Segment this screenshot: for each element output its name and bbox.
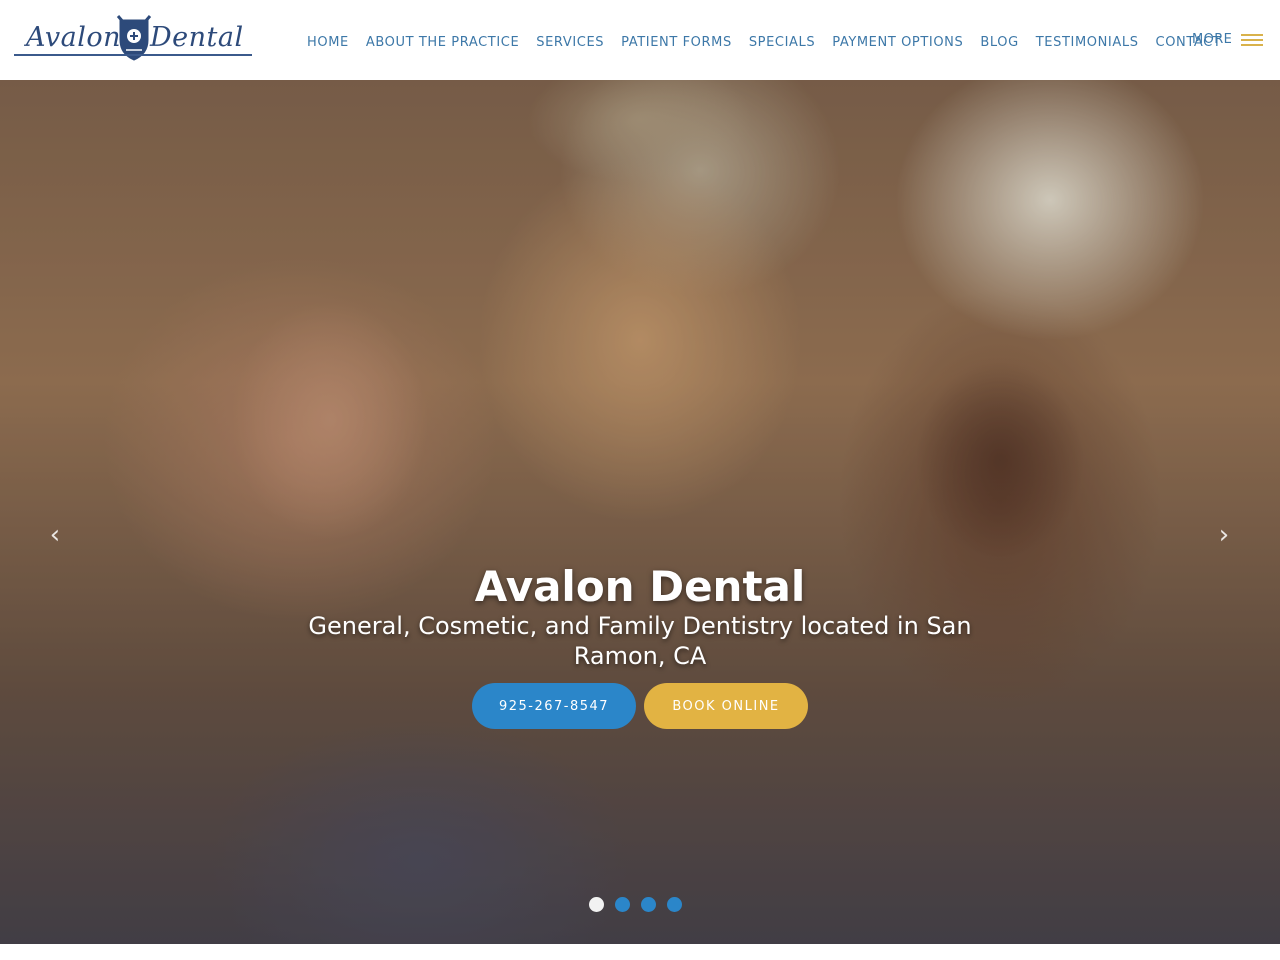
nav-item-patient-forms[interactable]: PATIENT FORMS xyxy=(621,35,732,50)
slider-dot-1[interactable] xyxy=(589,897,604,912)
slider-dot-4[interactable] xyxy=(667,897,682,912)
site-logo[interactable]: Avalon Dental xyxy=(12,14,252,66)
logo-underline xyxy=(14,54,252,56)
hero-subtitle: General, Cosmetic, and Family Dentistry … xyxy=(308,612,972,670)
crest-icon xyxy=(116,15,152,61)
hero-title: Avalon Dental xyxy=(474,562,806,611)
logo-text-dental: Dental xyxy=(150,22,244,53)
nav-item-blog[interactable]: BLOG xyxy=(980,35,1018,50)
site-header: Avalon Dental HOME ABOUT THE PRACTICE SE… xyxy=(0,0,1280,80)
hamburger-icon xyxy=(1241,33,1264,47)
nav-item-testimonials[interactable]: TESTIMONIALS xyxy=(1036,35,1139,50)
nav-item-specials[interactable]: SPECIALS xyxy=(749,35,815,50)
hero-slider: ‹ › Avalon Dental General, Cosmetic, and… xyxy=(0,80,1280,944)
slider-dots xyxy=(589,897,693,912)
phone-button[interactable]: 925-267-8547 xyxy=(472,683,636,729)
chevron-right-icon[interactable]: › xyxy=(1214,520,1234,550)
nav-item-payment-options[interactable]: PAYMENT OPTIONS xyxy=(832,35,963,50)
logo-text-avalon: Avalon xyxy=(26,22,122,53)
nav-item-services[interactable]: SERVICES xyxy=(536,35,604,50)
hero-overlay xyxy=(0,80,1280,944)
chevron-left-icon[interactable]: ‹ xyxy=(45,520,65,550)
more-menu-button[interactable]: MORE xyxy=(1192,32,1264,47)
slider-dot-2[interactable] xyxy=(615,897,630,912)
book-online-button[interactable]: BOOK ONLINE xyxy=(644,683,808,729)
more-label: MORE xyxy=(1192,32,1233,47)
nav-item-about[interactable]: ABOUT THE PRACTICE xyxy=(366,35,519,50)
nav-item-home[interactable]: HOME xyxy=(307,35,349,50)
slider-dot-3[interactable] xyxy=(641,897,656,912)
main-nav: HOME ABOUT THE PRACTICE SERVICES PATIENT… xyxy=(307,33,1238,51)
